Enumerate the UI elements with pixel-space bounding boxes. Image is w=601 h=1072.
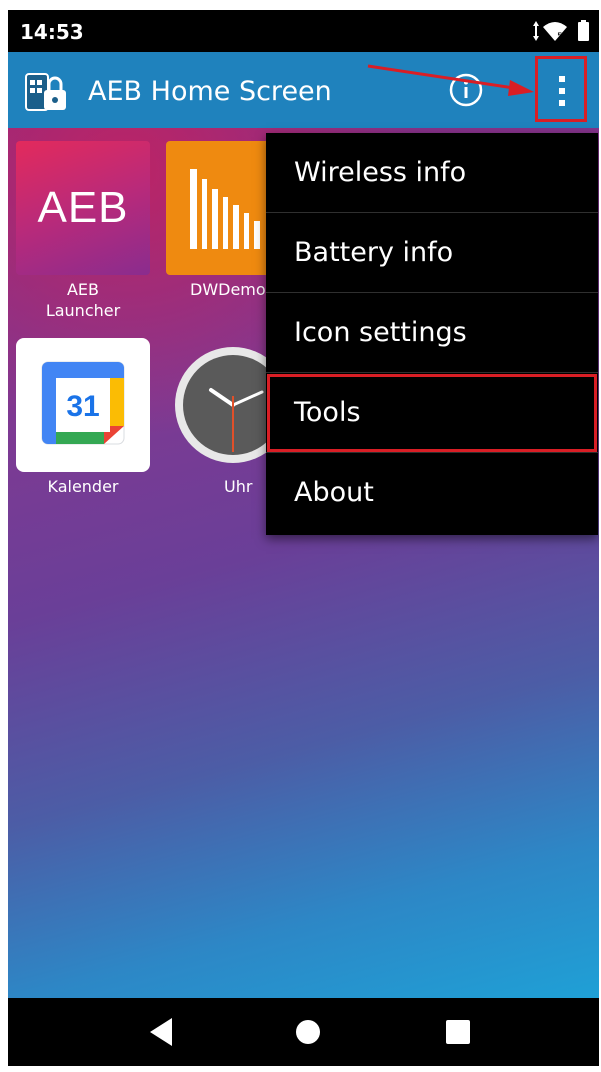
app-title: AEB Home Screen [88, 76, 332, 107]
battery-icon [578, 20, 589, 41]
menu-item-wireless-info[interactable]: Wireless info [266, 133, 598, 213]
clock-graphic [175, 347, 266, 463]
dwdemo-icon [166, 141, 266, 275]
app-label: AEB Launcher [45, 280, 121, 320]
home-icon[interactable] [288, 1012, 328, 1052]
app-label: Uhr [224, 477, 253, 496]
app-aeb-launcher[interactable]: AEB AEB Launcher [16, 141, 150, 321]
more-vert-icon [559, 76, 565, 106]
calendar-day: 31 [66, 390, 99, 423]
app-label: DWDemo [190, 280, 266, 299]
calendar-graphic: 31 [41, 361, 125, 445]
calendar-icon: 31 [16, 338, 150, 472]
status-icons: 5 [533, 20, 589, 42]
menu-item-icon-settings[interactable]: Icon settings [266, 293, 598, 373]
wifi-icon: 5 [543, 22, 567, 42]
data-arrows-icon [533, 21, 539, 41]
app-label: Kalender [47, 477, 119, 496]
menu-item-about[interactable]: About [266, 453, 598, 533]
overflow-menu: Wireless info Battery info Icon settings… [266, 133, 598, 535]
phone-screen: 14:53 5 AEB Home Screen AEB AEB Launcher… [8, 10, 599, 1066]
app-kalender[interactable]: 31 Kalender [16, 338, 150, 497]
app-uhr[interactable]: Uhr [166, 338, 266, 497]
dwdemo-bars [190, 169, 260, 249]
annotation-arrow [367, 64, 534, 96]
menu-item-battery-info[interactable]: Battery info [266, 213, 598, 293]
aeb-logo-text: AEB [37, 183, 129, 232]
menu-item-tools[interactable]: Tools [266, 373, 598, 453]
clock-icon [166, 338, 266, 472]
navigation-bar [8, 998, 599, 1066]
recents-icon[interactable] [438, 1012, 478, 1052]
aeb-app-icon[interactable] [24, 70, 70, 116]
status-time: 14:53 [20, 20, 84, 44]
back-icon[interactable] [142, 1012, 182, 1052]
status-bar: 14:53 5 [8, 10, 599, 52]
aeb-launcher-icon: AEB [16, 141, 150, 275]
svg-text:5: 5 [557, 32, 563, 42]
app-dwdemo[interactable]: DWDemo [166, 141, 266, 300]
